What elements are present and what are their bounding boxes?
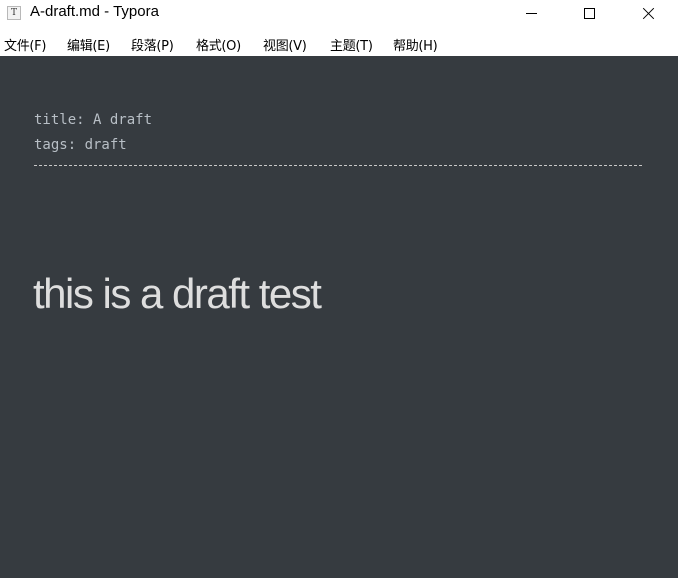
minimize-button[interactable] — [502, 0, 560, 26]
typora-app-icon[interactable]: T — [7, 6, 21, 20]
menu-bar: 文件(F) 编辑(E) 段落(P) 格式(O) 视图(V) 主题(T) 帮助(H… — [0, 33, 678, 55]
title-bar[interactable]: T A-draft.md - Typora — [0, 0, 678, 28]
menu-paragraph[interactable]: 段落(P) — [131, 35, 174, 54]
document-heading[interactable]: this is a draft test — [33, 270, 322, 318]
window-title: A-draft.md - Typora — [30, 3, 159, 20]
maximize-button[interactable] — [560, 0, 618, 26]
menu-view[interactable]: 视图(V) — [263, 35, 307, 54]
minimize-icon — [525, 13, 537, 14]
editor-area[interactable]: title: A draft tags: draft this is a dra… — [0, 56, 678, 578]
front-matter-divider — [34, 165, 642, 166]
typora-window: T A-draft.md - Typora 文件(F) 编辑(E) 段落(P) … — [0, 0, 678, 578]
maximize-icon — [583, 7, 595, 19]
menu-edit[interactable]: 编辑(E) — [67, 35, 110, 54]
menu-format[interactable]: 格式(O) — [196, 35, 241, 54]
front-matter-title[interactable]: title: A draft — [34, 108, 152, 133]
front-matter-tags[interactable]: tags: draft — [34, 133, 152, 158]
yaml-front-matter[interactable]: title: A draft tags: draft — [34, 108, 152, 158]
menu-help[interactable]: 帮助(H) — [393, 35, 438, 54]
close-icon — [642, 7, 655, 20]
menu-file[interactable]: 文件(F) — [4, 35, 46, 54]
close-button[interactable] — [619, 0, 677, 26]
menu-themes[interactable]: 主题(T) — [330, 35, 373, 54]
